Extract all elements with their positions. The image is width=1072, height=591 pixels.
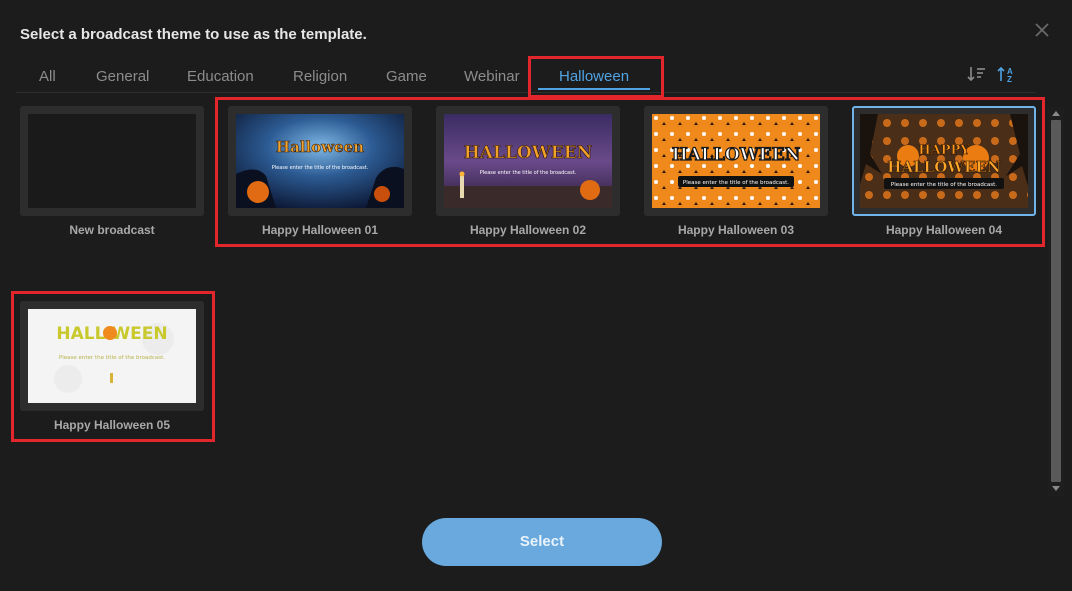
card-label: Happy Halloween 04: [885, 223, 1003, 237]
svg-text:HALLOWEEN: HALLOWEEN: [672, 145, 801, 165]
card-label: Happy Halloween 01: [261, 223, 379, 237]
tab-webinar[interactable]: Webinar: [464, 68, 520, 85]
dialog-title: Select a broadcast theme to use as the t…: [20, 26, 367, 43]
card-happy-halloween-02[interactable]: HALLOWEEN Please enter the title of the …: [436, 106, 620, 246]
tab-general[interactable]: General: [96, 68, 149, 85]
scroll-up-arrow-icon[interactable]: [1052, 110, 1060, 116]
svg-text:Please enter the title of the: Please enter the title of the broadcast.: [891, 182, 997, 188]
theme-thumbnail: HALL WEEN Please enter the title of the …: [28, 309, 196, 403]
thumbnail-frame-selected: HAPPY HALLOWEEN Please enter the title o…: [852, 106, 1036, 216]
svg-text:Please enter the title of the: Please enter the title of the broadcast.: [683, 180, 789, 186]
theme-thumbnail: HALLOWEEN Please enter the title of the …: [444, 114, 612, 208]
select-button[interactable]: Select: [422, 518, 662, 566]
card-label: Happy Halloween 03: [677, 223, 795, 237]
theme-thumbnail: HALLOWEEN Please enter the title of the …: [652, 114, 820, 208]
thumbnail-frame: HALLOWEEN Please enter the title of the …: [644, 106, 828, 216]
theme-dialog: Select a broadcast theme to use as the t…: [0, 0, 1072, 591]
card-label: Happy Halloween 05: [53, 418, 171, 432]
sort-descending-icon[interactable]: [966, 64, 988, 84]
theme-thumbnail: HAPPY HALLOWEEN Please enter the title o…: [860, 114, 1028, 208]
card-label: New broadcast: [69, 223, 155, 237]
scroll-down-arrow-icon[interactable]: [1052, 486, 1060, 492]
active-tab-indicator: [538, 88, 650, 90]
card-label: Happy Halloween 02: [469, 223, 587, 237]
svg-text:Please enter the title of the: Please enter the title of the broadcast.: [480, 170, 577, 176]
tab-all[interactable]: All: [39, 68, 56, 85]
svg-text:Z: Z: [1007, 75, 1012, 84]
category-tabs: All General Education Religion Game Webi…: [16, 60, 1036, 93]
sort-ascending-az-icon[interactable]: A Z: [996, 64, 1018, 84]
tab-halloween[interactable]: Halloween: [559, 68, 629, 85]
card-happy-halloween-04[interactable]: HAPPY HALLOWEEN Please enter the title o…: [852, 106, 1036, 246]
theme-thumbnail: Halloween Please enter the title of the …: [236, 114, 404, 208]
close-icon[interactable]: [1032, 20, 1052, 40]
card-happy-halloween-01[interactable]: Halloween Please enter the title of the …: [228, 106, 412, 246]
svg-text:Halloween: Halloween: [276, 138, 364, 156]
thumbnail-frame: [20, 106, 204, 216]
thumbnail-frame: HALLOWEEN Please enter the title of the …: [436, 106, 620, 216]
thumbnail-frame: Halloween Please enter the title of the …: [228, 106, 412, 216]
tab-religion[interactable]: Religion: [293, 68, 347, 85]
vertical-scrollbar[interactable]: [1048, 106, 1064, 496]
card-new-broadcast[interactable]: New broadcast: [20, 106, 204, 246]
scrollbar-thumb[interactable]: [1051, 120, 1061, 482]
svg-text:HAPPY: HAPPY: [918, 143, 970, 158]
blank-thumbnail: [28, 114, 196, 208]
card-happy-halloween-03[interactable]: HALLOWEEN Please enter the title of the …: [644, 106, 828, 246]
svg-text:Please enter the title of the: Please enter the title of the broadcast.: [272, 165, 369, 171]
thumbnail-frame: HALL WEEN Please enter the title of the …: [20, 301, 204, 411]
tab-education[interactable]: Education: [187, 68, 254, 85]
tab-game[interactable]: Game: [386, 68, 427, 85]
svg-text:Please enter the title of the: Please enter the title of the broadcast.: [59, 355, 165, 361]
card-happy-halloween-05[interactable]: HALL WEEN Please enter the title of the …: [20, 301, 204, 441]
svg-text:HALLOWEEN: HALLOWEEN: [464, 143, 593, 163]
svg-text:HALLOWEEN: HALLOWEEN: [887, 158, 1001, 176]
